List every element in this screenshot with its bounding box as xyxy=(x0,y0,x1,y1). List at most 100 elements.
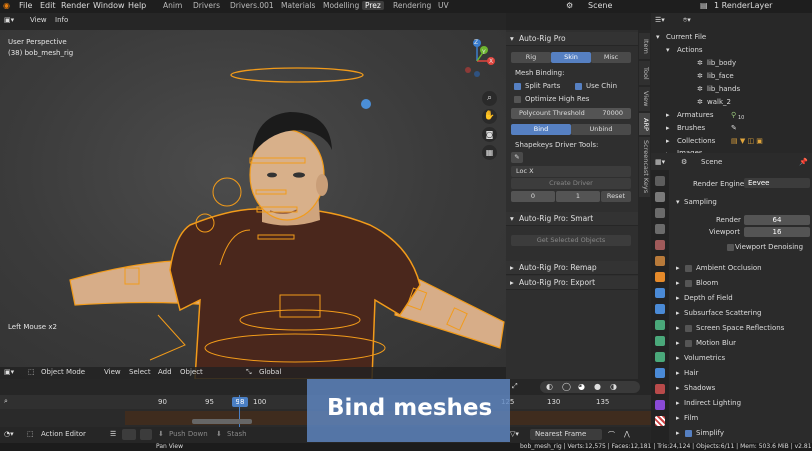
driver-max-field[interactable]: 1 xyxy=(556,191,600,202)
scene-tab-icon[interactable] xyxy=(655,240,665,250)
action-item[interactable]: walk_2 xyxy=(707,98,731,106)
indirect-lighting-section[interactable]: Indirect Lighting xyxy=(684,399,741,407)
data-tab-icon[interactable] xyxy=(655,352,665,362)
ambient-occlusion-section[interactable]: Ambient Occlusion xyxy=(696,264,762,272)
simplify-section[interactable]: Simplify xyxy=(696,429,724,437)
editor-type-icon-ae[interactable]: ◔▾ xyxy=(4,430,14,438)
tab-anim[interactable]: Anim xyxy=(160,1,185,10)
ssr-arrow-icon[interactable]: ▸ xyxy=(676,324,680,332)
outliner-editor-icon[interactable]: ☰▾ xyxy=(655,16,665,24)
snap-icon[interactable]: ⤢ xyxy=(512,382,518,391)
editor-type-icon-3d[interactable]: ▣▾ xyxy=(4,368,14,376)
current-frame-indicator[interactable]: 98 xyxy=(232,397,248,407)
bind-button[interactable]: Bind xyxy=(511,124,571,135)
tab-prez[interactable]: Prez xyxy=(362,1,384,10)
menu-render[interactable]: Render xyxy=(61,1,89,10)
particles-tab-icon[interactable] xyxy=(655,304,665,314)
bloom-section[interactable]: Bloom xyxy=(696,279,718,287)
tab-skin[interactable]: Skin xyxy=(551,52,591,63)
eyedropper-icon[interactable]: ✎ xyxy=(511,152,523,163)
action-item[interactable]: lib_body xyxy=(707,59,736,67)
sampling-arrow-icon[interactable]: ▾ xyxy=(676,198,680,206)
tab-drivers[interactable]: Drivers xyxy=(190,1,223,10)
simplify-arrow-icon[interactable]: ▸ xyxy=(676,429,680,437)
motion-blur-arrow-icon[interactable]: ▸ xyxy=(676,339,680,347)
render-layer-selector[interactable]: 1 RenderLayer xyxy=(714,1,772,10)
filter-icon[interactable] xyxy=(122,429,136,440)
viewport-denoising-checkbox[interactable] xyxy=(727,244,734,251)
view-menu[interactable]: View xyxy=(104,368,121,376)
motion-blur-checkbox[interactable] xyxy=(685,340,692,347)
menu-icon[interactable]: ☰ xyxy=(110,430,116,438)
bloom-checkbox[interactable] xyxy=(685,280,692,287)
material-preview-icon[interactable]: ◕ xyxy=(578,382,585,391)
proportional-dropdown-icon[interactable]: ⋀ xyxy=(624,430,630,438)
snap-mode-dropdown[interactable]: Nearest Frame xyxy=(530,429,602,440)
shading-modes[interactable]: ◐ ◯ ◕ ● ◑ xyxy=(540,381,640,393)
film-section[interactable]: Film xyxy=(684,414,698,422)
view-layer-tab-icon[interactable] xyxy=(655,224,665,234)
object-menu[interactable]: Object xyxy=(180,368,203,376)
action-item[interactable]: lib_hands xyxy=(707,85,740,93)
action-item[interactable]: lib_face xyxy=(707,72,734,80)
world-tab-icon[interactable] xyxy=(655,256,665,266)
tab-rig[interactable]: Rig xyxy=(511,52,551,63)
3d-viewport[interactable]: User Perspective (38) bob_mesh_rig Left … xyxy=(0,30,506,379)
smart-section-header[interactable]: ▾ Auto-Rig Pro: Smart xyxy=(506,212,638,226)
stash-button[interactable]: Stash xyxy=(227,430,247,438)
tab-uv[interactable]: UV xyxy=(435,1,452,10)
menu-file[interactable]: File xyxy=(19,1,32,10)
depth-of-field-arrow-icon[interactable]: ▸ xyxy=(676,294,680,302)
texture-tab-icon[interactable] xyxy=(655,400,665,410)
remap-section-header[interactable]: ▸ Auto-Rig Pro: Remap xyxy=(506,261,638,275)
side-tab-screencast-keys[interactable]: Screencast Keys xyxy=(639,137,650,197)
timeline-search-icon[interactable]: ⌕ xyxy=(4,397,8,406)
subsurface-arrow-icon[interactable]: ▸ xyxy=(676,309,680,317)
render-samples-field[interactable]: 64 xyxy=(744,215,810,225)
indirect-lighting-arrow-icon[interactable]: ▸ xyxy=(676,399,680,407)
output-tab-icon[interactable] xyxy=(655,208,665,218)
checker-tab-icon[interactable] xyxy=(655,416,665,426)
collections-arrow-icon[interactable]: ▸ xyxy=(666,137,670,145)
bloom-arrow-icon[interactable]: ▸ xyxy=(676,279,680,287)
actions-arrow-icon[interactable]: ▾ xyxy=(666,46,670,54)
add-menu[interactable]: Add xyxy=(158,368,172,376)
export-section-header[interactable]: ▸ Auto-Rig Pro: Export xyxy=(506,276,638,290)
optimize-high-res-checkbox[interactable] xyxy=(514,96,521,103)
render-tab-icon[interactable] xyxy=(655,192,665,202)
depth-of-field-section[interactable]: Depth of Field xyxy=(684,294,733,302)
side-tab-arp[interactable]: ARP xyxy=(639,113,650,135)
menu-help[interactable]: Help xyxy=(128,1,146,10)
tab-misc[interactable]: Misc xyxy=(591,52,631,63)
action-editor-dropdown[interactable]: Action Editor xyxy=(41,430,86,438)
zoom-icon[interactable]: ⌕ xyxy=(482,91,497,106)
unbind-button[interactable]: Unbind xyxy=(571,124,631,135)
physics-tab-icon[interactable] xyxy=(655,320,665,330)
editor-type-icon[interactable]: ▣▾ xyxy=(4,16,14,24)
tab-rendering[interactable]: Rendering xyxy=(390,1,434,10)
viewport-info-menu[interactable]: Info xyxy=(55,16,68,24)
rendered-icon[interactable]: ● xyxy=(594,382,601,391)
armatures-arrow-icon[interactable]: ▸ xyxy=(666,111,670,119)
ssr-checkbox[interactable] xyxy=(685,325,692,332)
perspective-grid-icon[interactable]: ▦ xyxy=(482,145,497,160)
screen-space-reflections-section[interactable]: Screen Space Reflections xyxy=(696,324,784,332)
dropdown-arrow-icon[interactable] xyxy=(140,429,152,440)
pan-hand-icon[interactable]: ✋ xyxy=(482,109,497,124)
shadows-arrow-icon[interactable]: ▸ xyxy=(676,384,680,392)
create-driver-button[interactable]: Create Driver xyxy=(511,178,631,189)
display-mode-icon[interactable]: ⌾▾ xyxy=(683,16,691,25)
overlay-icon[interactable]: ◑ xyxy=(610,382,617,391)
object-mode-dropdown[interactable]: Object Mode xyxy=(41,368,85,376)
current-file-arrow-icon[interactable]: ▾ xyxy=(656,33,660,41)
object-tab-icon[interactable] xyxy=(655,272,665,282)
properties-editor-icon[interactable]: ▦▾ xyxy=(655,158,665,166)
tab-drivers-001[interactable]: Drivers.001 xyxy=(227,1,277,10)
shadows-section[interactable]: Shadows xyxy=(684,384,715,392)
loc-x-dropdown[interactable]: Loc X xyxy=(511,166,631,177)
tab-modelling[interactable]: Modelling xyxy=(320,1,362,10)
proportional-icon[interactable]: ⌒ xyxy=(608,430,615,440)
filter-funnel-icon[interactable]: ▽▾ xyxy=(510,430,519,438)
use-chin-checkbox[interactable] xyxy=(575,83,582,90)
camera-icon[interactable]: ◙ xyxy=(482,127,497,142)
